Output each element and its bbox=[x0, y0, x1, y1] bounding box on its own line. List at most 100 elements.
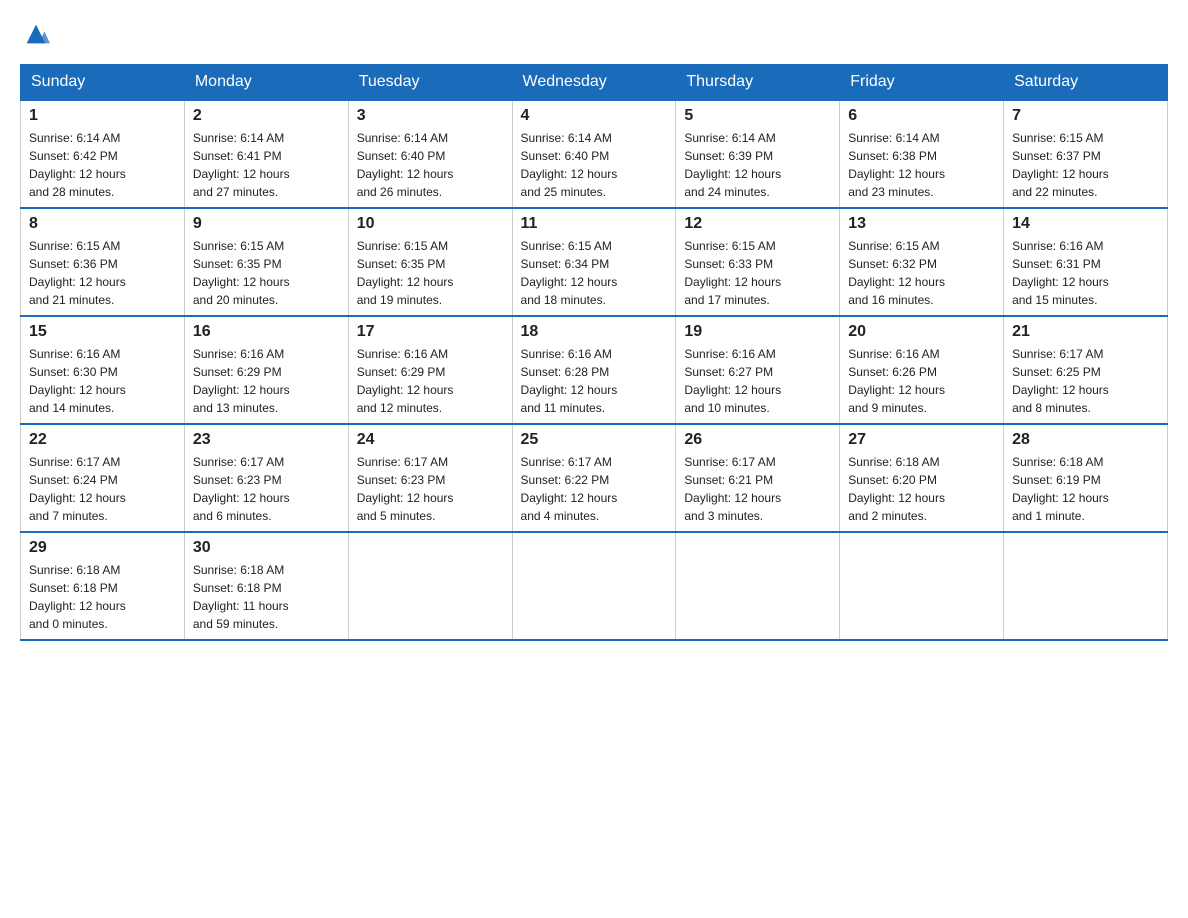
calendar-cell: 24 Sunrise: 6:17 AMSunset: 6:23 PMDaylig… bbox=[348, 424, 512, 532]
calendar-cell: 14 Sunrise: 6:16 AMSunset: 6:31 PMDaylig… bbox=[1004, 208, 1168, 316]
day-number: 5 bbox=[684, 107, 831, 125]
day-number: 1 bbox=[29, 107, 176, 125]
day-number: 6 bbox=[848, 107, 995, 125]
calendar-cell: 7 Sunrise: 6:15 AMSunset: 6:37 PMDayligh… bbox=[1004, 100, 1168, 208]
day-info: Sunrise: 6:15 AMSunset: 6:34 PMDaylight:… bbox=[521, 237, 668, 309]
day-number: 3 bbox=[357, 107, 504, 125]
calendar-cell bbox=[840, 532, 1004, 640]
day-info: Sunrise: 6:15 AMSunset: 6:32 PMDaylight:… bbox=[848, 237, 995, 309]
day-info: Sunrise: 6:14 AMSunset: 6:39 PMDaylight:… bbox=[684, 129, 831, 201]
day-number: 21 bbox=[1012, 323, 1159, 341]
weekday-header-thursday: Thursday bbox=[676, 65, 840, 101]
calendar-cell: 6 Sunrise: 6:14 AMSunset: 6:38 PMDayligh… bbox=[840, 100, 1004, 208]
day-number: 18 bbox=[521, 323, 668, 341]
calendar-cell: 5 Sunrise: 6:14 AMSunset: 6:39 PMDayligh… bbox=[676, 100, 840, 208]
day-number: 28 bbox=[1012, 431, 1159, 449]
day-info: Sunrise: 6:16 AMSunset: 6:27 PMDaylight:… bbox=[684, 345, 831, 417]
day-info: Sunrise: 6:17 AMSunset: 6:23 PMDaylight:… bbox=[357, 453, 504, 525]
day-number: 24 bbox=[357, 431, 504, 449]
weekday-header-row: SundayMondayTuesdayWednesdayThursdayFrid… bbox=[21, 65, 1168, 101]
calendar-cell bbox=[676, 532, 840, 640]
day-number: 13 bbox=[848, 215, 995, 233]
day-info: Sunrise: 6:17 AMSunset: 6:24 PMDaylight:… bbox=[29, 453, 176, 525]
calendar-cell: 29 Sunrise: 6:18 AMSunset: 6:18 PMDaylig… bbox=[21, 532, 185, 640]
day-number: 14 bbox=[1012, 215, 1159, 233]
calendar-cell: 25 Sunrise: 6:17 AMSunset: 6:22 PMDaylig… bbox=[512, 424, 676, 532]
page-header bbox=[20, 20, 1168, 48]
calendar-cell: 2 Sunrise: 6:14 AMSunset: 6:41 PMDayligh… bbox=[184, 100, 348, 208]
calendar-cell: 11 Sunrise: 6:15 AMSunset: 6:34 PMDaylig… bbox=[512, 208, 676, 316]
day-number: 17 bbox=[357, 323, 504, 341]
day-info: Sunrise: 6:17 AMSunset: 6:23 PMDaylight:… bbox=[193, 453, 340, 525]
day-number: 25 bbox=[521, 431, 668, 449]
day-number: 16 bbox=[193, 323, 340, 341]
day-number: 15 bbox=[29, 323, 176, 341]
calendar-cell bbox=[348, 532, 512, 640]
day-number: 27 bbox=[848, 431, 995, 449]
calendar-week-row-3: 15 Sunrise: 6:16 AMSunset: 6:30 PMDaylig… bbox=[21, 316, 1168, 424]
day-info: Sunrise: 6:16 AMSunset: 6:29 PMDaylight:… bbox=[357, 345, 504, 417]
weekday-header-sunday: Sunday bbox=[21, 65, 185, 101]
calendar-cell bbox=[512, 532, 676, 640]
day-number: 19 bbox=[684, 323, 831, 341]
weekday-header-tuesday: Tuesday bbox=[348, 65, 512, 101]
day-number: 10 bbox=[357, 215, 504, 233]
day-info: Sunrise: 6:18 AMSunset: 6:18 PMDaylight:… bbox=[193, 561, 340, 633]
calendar-cell: 13 Sunrise: 6:15 AMSunset: 6:32 PMDaylig… bbox=[840, 208, 1004, 316]
day-number: 12 bbox=[684, 215, 831, 233]
calendar-cell: 30 Sunrise: 6:18 AMSunset: 6:18 PMDaylig… bbox=[184, 532, 348, 640]
day-info: Sunrise: 6:17 AMSunset: 6:22 PMDaylight:… bbox=[521, 453, 668, 525]
day-info: Sunrise: 6:15 AMSunset: 6:37 PMDaylight:… bbox=[1012, 129, 1159, 201]
logo bbox=[20, 20, 50, 48]
calendar-cell: 10 Sunrise: 6:15 AMSunset: 6:35 PMDaylig… bbox=[348, 208, 512, 316]
day-info: Sunrise: 6:16 AMSunset: 6:29 PMDaylight:… bbox=[193, 345, 340, 417]
calendar-cell: 16 Sunrise: 6:16 AMSunset: 6:29 PMDaylig… bbox=[184, 316, 348, 424]
calendar-cell: 8 Sunrise: 6:15 AMSunset: 6:36 PMDayligh… bbox=[21, 208, 185, 316]
calendar-cell: 1 Sunrise: 6:14 AMSunset: 6:42 PMDayligh… bbox=[21, 100, 185, 208]
day-number: 9 bbox=[193, 215, 340, 233]
day-number: 7 bbox=[1012, 107, 1159, 125]
day-info: Sunrise: 6:17 AMSunset: 6:21 PMDaylight:… bbox=[684, 453, 831, 525]
calendar-cell: 20 Sunrise: 6:16 AMSunset: 6:26 PMDaylig… bbox=[840, 316, 1004, 424]
day-info: Sunrise: 6:18 AMSunset: 6:19 PMDaylight:… bbox=[1012, 453, 1159, 525]
calendar-week-row-4: 22 Sunrise: 6:17 AMSunset: 6:24 PMDaylig… bbox=[21, 424, 1168, 532]
day-number: 11 bbox=[521, 215, 668, 233]
calendar-week-row-1: 1 Sunrise: 6:14 AMSunset: 6:42 PMDayligh… bbox=[21, 100, 1168, 208]
day-info: Sunrise: 6:14 AMSunset: 6:42 PMDaylight:… bbox=[29, 129, 176, 201]
weekday-header-monday: Monday bbox=[184, 65, 348, 101]
calendar-cell: 4 Sunrise: 6:14 AMSunset: 6:40 PMDayligh… bbox=[512, 100, 676, 208]
calendar-cell: 26 Sunrise: 6:17 AMSunset: 6:21 PMDaylig… bbox=[676, 424, 840, 532]
calendar-cell: 3 Sunrise: 6:14 AMSunset: 6:40 PMDayligh… bbox=[348, 100, 512, 208]
day-number: 8 bbox=[29, 215, 176, 233]
calendar-cell: 18 Sunrise: 6:16 AMSunset: 6:28 PMDaylig… bbox=[512, 316, 676, 424]
weekday-header-friday: Friday bbox=[840, 65, 1004, 101]
calendar-cell: 9 Sunrise: 6:15 AMSunset: 6:35 PMDayligh… bbox=[184, 208, 348, 316]
calendar-cell: 15 Sunrise: 6:16 AMSunset: 6:30 PMDaylig… bbox=[21, 316, 185, 424]
day-info: Sunrise: 6:16 AMSunset: 6:30 PMDaylight:… bbox=[29, 345, 176, 417]
calendar-cell: 23 Sunrise: 6:17 AMSunset: 6:23 PMDaylig… bbox=[184, 424, 348, 532]
day-info: Sunrise: 6:14 AMSunset: 6:41 PMDaylight:… bbox=[193, 129, 340, 201]
day-info: Sunrise: 6:16 AMSunset: 6:26 PMDaylight:… bbox=[848, 345, 995, 417]
day-number: 30 bbox=[193, 539, 340, 557]
weekday-header-saturday: Saturday bbox=[1004, 65, 1168, 101]
calendar-cell: 19 Sunrise: 6:16 AMSunset: 6:27 PMDaylig… bbox=[676, 316, 840, 424]
calendar-week-row-2: 8 Sunrise: 6:15 AMSunset: 6:36 PMDayligh… bbox=[21, 208, 1168, 316]
calendar-cell: 21 Sunrise: 6:17 AMSunset: 6:25 PMDaylig… bbox=[1004, 316, 1168, 424]
day-info: Sunrise: 6:16 AMSunset: 6:31 PMDaylight:… bbox=[1012, 237, 1159, 309]
day-info: Sunrise: 6:18 AMSunset: 6:18 PMDaylight:… bbox=[29, 561, 176, 633]
calendar-cell: 28 Sunrise: 6:18 AMSunset: 6:19 PMDaylig… bbox=[1004, 424, 1168, 532]
day-number: 29 bbox=[29, 539, 176, 557]
day-info: Sunrise: 6:14 AMSunset: 6:40 PMDaylight:… bbox=[357, 129, 504, 201]
day-number: 22 bbox=[29, 431, 176, 449]
day-info: Sunrise: 6:15 AMSunset: 6:35 PMDaylight:… bbox=[193, 237, 340, 309]
day-number: 20 bbox=[848, 323, 995, 341]
day-info: Sunrise: 6:15 AMSunset: 6:33 PMDaylight:… bbox=[684, 237, 831, 309]
day-info: Sunrise: 6:15 AMSunset: 6:36 PMDaylight:… bbox=[29, 237, 176, 309]
weekday-header-wednesday: Wednesday bbox=[512, 65, 676, 101]
calendar-cell: 27 Sunrise: 6:18 AMSunset: 6:20 PMDaylig… bbox=[840, 424, 1004, 532]
calendar-cell: 17 Sunrise: 6:16 AMSunset: 6:29 PMDaylig… bbox=[348, 316, 512, 424]
day-number: 4 bbox=[521, 107, 668, 125]
day-info: Sunrise: 6:18 AMSunset: 6:20 PMDaylight:… bbox=[848, 453, 995, 525]
logo-icon bbox=[22, 20, 50, 48]
calendar-cell bbox=[1004, 532, 1168, 640]
